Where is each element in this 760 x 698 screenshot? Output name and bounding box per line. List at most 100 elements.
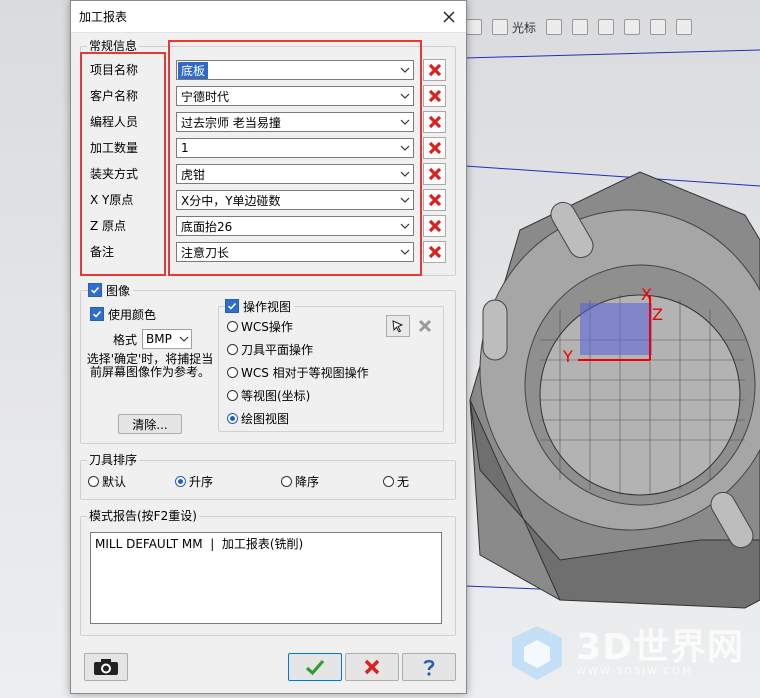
- field-value: 注意刀长: [181, 245, 230, 260]
- field-value: 宁德时代: [181, 89, 230, 104]
- general-info-legend: 常规信息: [87, 39, 140, 53]
- view-option[interactable]: WCS 相对于等视图操作: [227, 364, 369, 380]
- view-option-label: 等视图(坐标): [241, 388, 311, 403]
- field-combo[interactable]: 1: [176, 138, 414, 158]
- format-select[interactable]: BMP: [142, 329, 192, 349]
- field-label: 客户名称: [90, 89, 139, 103]
- field-value: 底面抬26: [181, 219, 233, 234]
- dialog-titlebar[interactable]: 加工报表: [71, 1, 466, 33]
- ok-button[interactable]: [288, 653, 342, 681]
- field-combo[interactable]: 注意刀长: [176, 242, 414, 262]
- format-label: 格式: [113, 333, 138, 347]
- view-option[interactable]: 绘图视图: [227, 410, 289, 426]
- field-combo[interactable]: 底面抬26: [176, 216, 414, 236]
- radio-icon: [227, 366, 238, 378]
- delete-icon: [428, 193, 441, 207]
- chevron-down-icon: [179, 336, 189, 342]
- delete-field-button[interactable]: [423, 163, 446, 185]
- field-combo[interactable]: 过去宗师 老当易撞: [176, 112, 414, 132]
- chevron-down-icon: [397, 113, 413, 131]
- format-value: BMP: [146, 332, 172, 346]
- sort-option[interactable]: 无: [383, 473, 409, 489]
- field-label: 装夹方式: [90, 167, 139, 181]
- delete-icon: [428, 245, 441, 259]
- delete-field-button[interactable]: [423, 111, 446, 133]
- checkmark-icon: [305, 659, 325, 676]
- view-option[interactable]: 刀具平面操作: [227, 341, 313, 357]
- radio-icon: [281, 475, 292, 487]
- view-option-label: 绘图视图: [241, 411, 290, 426]
- field-label: 项目名称: [90, 63, 139, 77]
- svg-text:Z: Z: [652, 305, 663, 324]
- radio-icon: [88, 475, 99, 487]
- chevron-down-icon: [397, 217, 413, 235]
- sort-option-label: 无: [397, 474, 410, 489]
- chevron-down-icon: [397, 165, 413, 183]
- svg-text:X: X: [641, 285, 652, 304]
- sort-option-label: 升序: [189, 474, 214, 489]
- close-button[interactable]: [432, 1, 466, 32]
- operation-view-label: 操作视图: [243, 299, 292, 314]
- report-textarea[interactable]: MILL DEFAULT MM | 加工报表(铣削): [90, 532, 442, 624]
- clear-button[interactable]: 清除...: [118, 414, 182, 434]
- field-value: 底板: [178, 61, 209, 79]
- operation-view-checkbox[interactable]: 操作视图: [225, 298, 295, 314]
- field-combo[interactable]: 虎钳: [176, 164, 414, 184]
- delete-icon: [428, 219, 441, 233]
- close-icon: [443, 11, 455, 22]
- clear-view-button[interactable]: [413, 315, 437, 337]
- cancel-button[interactable]: [345, 653, 399, 681]
- field-value: 过去宗师 老当易撞: [181, 115, 281, 130]
- svg-text:Y: Y: [562, 347, 573, 366]
- field-value: 虎钳: [181, 167, 206, 182]
- field-combo[interactable]: X分中，Y单边碰数: [176, 190, 414, 210]
- view-option[interactable]: 等视图(坐标): [227, 387, 310, 403]
- close-icon: [418, 319, 432, 333]
- sort-option-label: 默认: [102, 474, 127, 489]
- delete-field-button[interactable]: [423, 59, 446, 81]
- sort-option[interactable]: 默认: [88, 473, 126, 489]
- radio-icon: [175, 475, 186, 487]
- radio-icon: [227, 320, 238, 332]
- radio-icon: [383, 475, 394, 487]
- chevron-down-icon: [397, 87, 413, 105]
- select-view-button[interactable]: [386, 315, 410, 337]
- sort-option[interactable]: 升序: [175, 473, 213, 489]
- image-checkbox-label: 图像: [106, 283, 131, 298]
- radio-icon: [227, 389, 238, 401]
- pointer-icon: [392, 320, 404, 333]
- delete-icon: [428, 167, 441, 181]
- delete-field-button[interactable]: [423, 215, 446, 237]
- field-label: X Y原点: [90, 193, 134, 207]
- chevron-down-icon: [397, 61, 413, 79]
- delete-icon: [428, 115, 441, 129]
- watermark: 3D世界网 WWW.3DSJW.COM: [504, 620, 744, 686]
- watermark-text: 3D世界网: [576, 626, 744, 668]
- field-combo[interactable]: 底板: [176, 60, 414, 80]
- chevron-down-icon: [397, 243, 413, 261]
- view-option-label: WCS 相对于等视图操作: [241, 365, 369, 380]
- dialog-title: 加工报表: [79, 10, 128, 24]
- image-checkbox[interactable]: 图像: [88, 282, 134, 298]
- field-value: 1: [181, 141, 189, 155]
- delete-field-button[interactable]: [423, 189, 446, 211]
- sort-option[interactable]: 降序: [281, 473, 319, 489]
- view-option[interactable]: WCS操作: [227, 318, 293, 334]
- delete-field-button[interactable]: [423, 137, 446, 159]
- use-color-checkbox[interactable]: 使用颜色: [90, 306, 156, 322]
- camera-button[interactable]: [84, 653, 128, 681]
- checkbox-checked-icon: [88, 283, 102, 297]
- camera-icon: [94, 659, 118, 675]
- delete-icon: [428, 89, 441, 103]
- help-button[interactable]: [402, 653, 456, 681]
- delete-field-button[interactable]: [423, 85, 446, 107]
- radio-icon: [227, 343, 238, 355]
- chevron-down-icon: [397, 139, 413, 157]
- chevron-down-icon: [397, 191, 413, 209]
- field-combo[interactable]: 宁德时代: [176, 86, 414, 106]
- delete-icon: [428, 141, 441, 155]
- watermark-cube-icon: [512, 626, 563, 680]
- field-label: Z 原点: [90, 219, 127, 233]
- report-legend: 模式报告(按F2重设): [87, 509, 199, 523]
- delete-field-button[interactable]: [423, 241, 446, 263]
